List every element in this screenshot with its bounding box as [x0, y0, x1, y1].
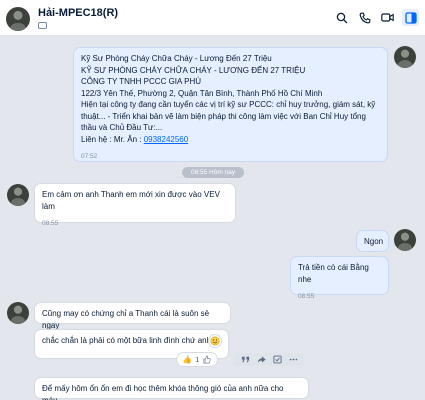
message-line: 122/3 Yên Thế, Phường 2, Quận Tân Bình, … — [81, 88, 323, 98]
message-bubble-de-may[interactable]: Để mấy hôm ổn ổn em đi học thêm khóa thô… — [34, 377, 309, 400]
header-actions — [333, 9, 419, 26]
message-bubble-job-post[interactable]: Kỹ Sư Phòng Cháy Chữa Cháy - Lương Đến 2… — [73, 47, 388, 162]
message-line: CÔNG TY TNHH PCCC GIA PHÚ — [81, 77, 202, 86]
message-bubble-thanks[interactable]: Em cảm ơn anh Thanh em mới xin được vào … — [34, 183, 236, 227]
message-text: Cũng may có chứng chỉ a Thanh cái là suô… — [42, 309, 210, 330]
message-text: chắc chắn là phải có một bữa linh đình c… — [42, 336, 212, 345]
message-bubble-tra-tien[interactable]: Trả tiền cò cái Bằng nhe 08:55 — [290, 256, 389, 300]
contact-line: Liên hệ : Mr. Ân : 0938242560 — [81, 134, 380, 146]
quote-icon[interactable] — [241, 351, 250, 369]
contact-name[interactable]: Hải-MPEC18(R) — [38, 7, 118, 19]
search-icon[interactable] — [333, 9, 350, 26]
sidebar-toggle-icon[interactable] — [402, 9, 419, 26]
message-actions-toolbar — [234, 353, 304, 366]
message-text: Em cảm ơn anh Thanh em mới xin được vào … — [42, 190, 220, 211]
chat-header: Hải-MPEC18(R) — [0, 0, 425, 36]
message-text: Trả tiền cò cái Bằng nhe — [298, 263, 369, 284]
forward-icon[interactable] — [257, 351, 266, 369]
message-time: 07:52 — [81, 153, 98, 160]
message-line: KỸ SƯ PHÒNG CHÁY CHỮA CHÁY - LƯƠNG ĐẾN 2… — [81, 65, 306, 75]
date-separator: 08:55 Hôm nay — [182, 167, 244, 178]
message-bubble-ngon[interactable]: Ngon — [356, 230, 389, 252]
message-time: 08:55 — [298, 293, 315, 300]
thumbs-up-icon: 👍 — [182, 355, 193, 364]
message-line: Kỹ Sư Phòng Cháy Chữa Cháy - Lương Đến 2… — [81, 54, 272, 63]
message-line: Hiện tại công ty đang cần tuyển các vị t… — [81, 100, 376, 132]
contact-avatar[interactable] — [6, 7, 30, 31]
task-icon[interactable] — [272, 351, 282, 369]
phone-icon[interactable] — [356, 9, 373, 26]
message-bubble-cung-may[interactable]: Cũng may có chứng chỉ a Thanh cái là suô… — [34, 302, 231, 330]
message-text: Để mấy hôm ổn ổn em đi học thêm khóa thô… — [42, 384, 284, 400]
reaction-count: 1 — [195, 355, 200, 364]
contact-avatar-message[interactable] — [7, 302, 29, 324]
smile-reaction-icon[interactable] — [208, 334, 222, 348]
phone-link[interactable]: 0938242560 — [144, 135, 189, 144]
reaction-summary[interactable]: 👍 1 — [176, 352, 218, 367]
my-avatar[interactable] — [394, 229, 416, 251]
contact-label: Liên hệ : Mr. Ân : — [81, 134, 144, 144]
like-outline-icon — [203, 355, 211, 364]
message-text: Ngon — [364, 237, 384, 246]
contact-avatar-message[interactable] — [7, 184, 29, 206]
tag-icon[interactable] — [38, 22, 47, 29]
message-time: 08:55 — [42, 220, 59, 227]
my-avatar[interactable] — [394, 46, 416, 68]
more-icon[interactable] — [289, 351, 298, 369]
video-icon[interactable] — [379, 9, 396, 26]
